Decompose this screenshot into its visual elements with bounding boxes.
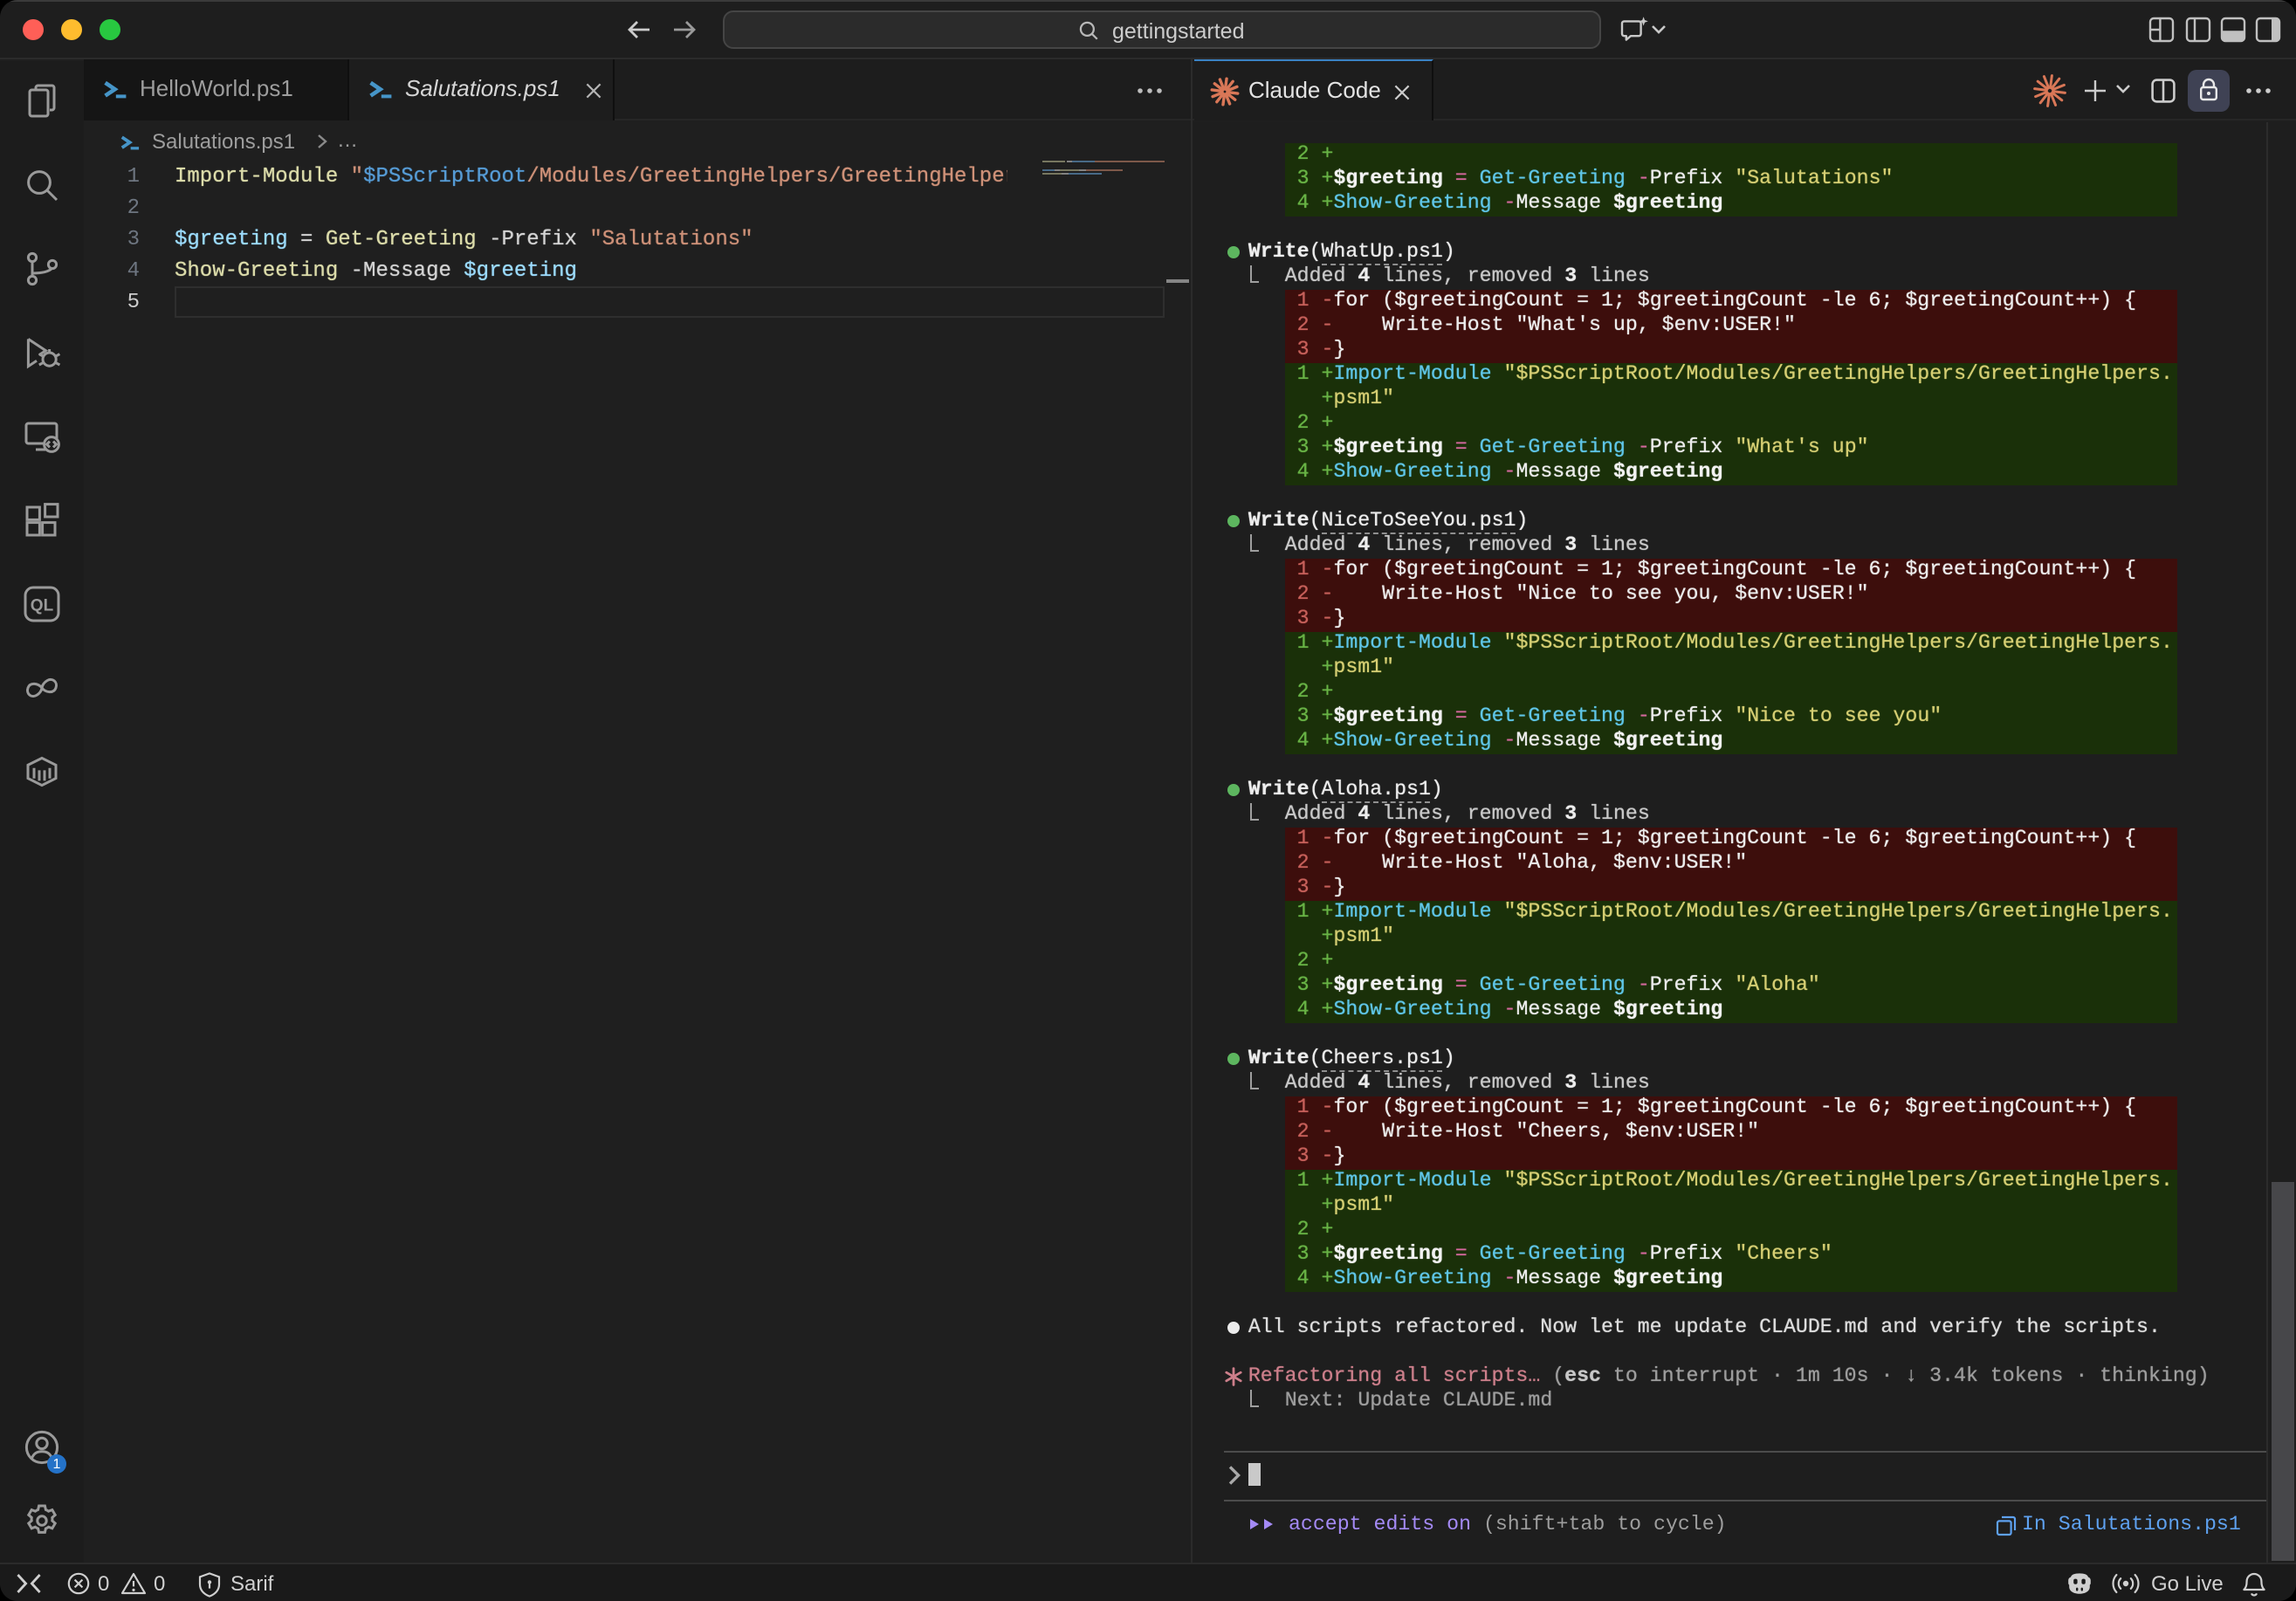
svg-text:QL: QL [31, 597, 54, 615]
